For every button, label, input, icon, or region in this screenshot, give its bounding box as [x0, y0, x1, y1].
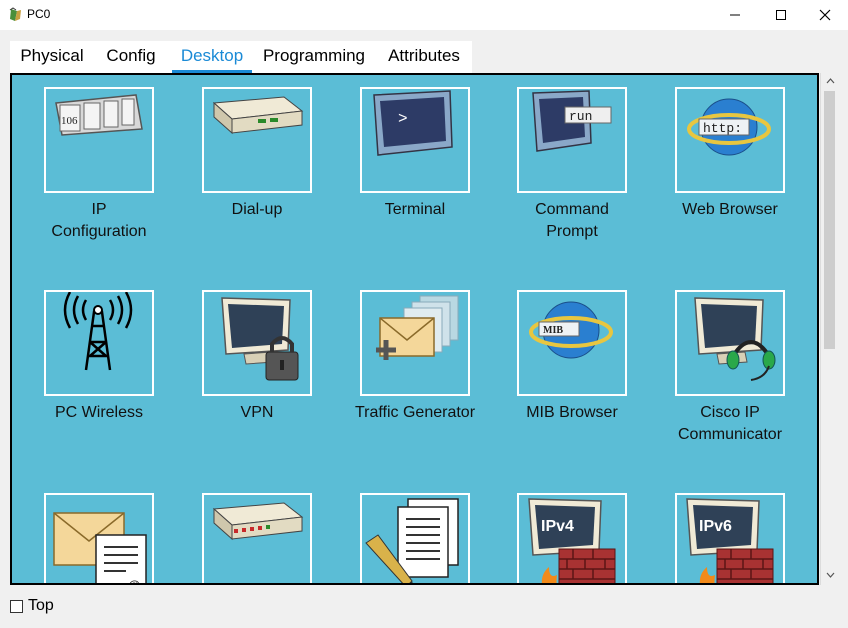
pppoe-dialer-icon [212, 502, 304, 541]
svg-text:106: 106 [61, 115, 78, 127]
app-label: Traffic Generator [354, 404, 476, 421]
app-vpn[interactable] [202, 290, 312, 396]
app-label: VPN [240, 404, 274, 421]
app-pc-wireless[interactable] [44, 290, 154, 396]
tab-attributes[interactable]: Attributes [382, 41, 466, 73]
app-label: Web Browser [682, 201, 778, 218]
tab-physical[interactable]: Physical [14, 41, 90, 73]
app-traffic-generator[interactable] [360, 290, 470, 396]
ipv6-firewall-icon: IPv6 [686, 498, 774, 583]
svg-text:@: @ [128, 578, 140, 585]
title-bar: PC0 [0, 0, 848, 30]
window-title: PC0 [27, 7, 51, 21]
top-label: Top [28, 597, 54, 614]
packet-tracer-pc-icon [9, 7, 21, 21]
app-ipv6-firewall[interactable]: IPv6 [675, 493, 785, 583]
close-icon [819, 9, 831, 21]
svg-text:MIB: MIB [543, 325, 563, 336]
minimize-icon [730, 14, 740, 16]
app-ipv4-firewall[interactable]: IPv4 [517, 493, 627, 583]
mib-browser-icon: MIB [529, 301, 613, 359]
ip-configuration-icon: 106 [55, 94, 143, 136]
chevron-down-icon [826, 572, 834, 578]
app-text-editor[interactable] [360, 493, 470, 583]
tab-config[interactable]: Config [100, 41, 162, 73]
svg-text:run: run [569, 109, 592, 124]
chevron-up-icon [826, 78, 834, 84]
app-pppoe-dialer[interactable] [202, 493, 312, 583]
checkbox-box[interactable] [10, 599, 23, 613]
app-mib-browser[interactable]: MIB [517, 290, 627, 396]
tab-programming[interactable]: Programming [260, 41, 368, 73]
app-label: Dial-up [231, 201, 283, 218]
app-email[interactable]: @ [44, 493, 154, 585]
app-command-prompt[interactable]: run [517, 87, 627, 193]
app-terminal[interactable]: > [360, 87, 470, 193]
svg-text:IPv4: IPv4 [541, 518, 574, 535]
command-prompt-icon: run [532, 90, 612, 152]
minimize-button[interactable] [712, 0, 758, 30]
app-label: PC Wireless [54, 404, 143, 421]
tab-desktop[interactable]: Desktop [172, 41, 252, 73]
ipv4-firewall-icon: IPv4 [528, 498, 616, 583]
desktop-panel: 106 IPConfiguration Dial-up > Terminal [10, 73, 819, 585]
app-ip-configuration[interactable]: 106 [44, 87, 154, 193]
vertical-scrollbar[interactable] [820, 73, 838, 585]
traffic-generator-icon [376, 295, 459, 360]
maximize-button[interactable] [758, 0, 804, 30]
scroll-down-button[interactable] [821, 567, 839, 583]
app-dial-up[interactable] [202, 87, 312, 193]
app-label: Cisco IP Communicator [677, 404, 783, 443]
scroll-up-button[interactable] [821, 73, 839, 89]
ip-communicator-headset-icon [694, 297, 776, 381]
text-editor-icon [365, 498, 459, 583]
tab-bar: Physical Config Desktop Programming Attr… [10, 41, 472, 73]
email-icon: @ [53, 512, 147, 585]
svg-text:>: > [398, 110, 408, 128]
maximize-icon [776, 10, 786, 20]
close-button[interactable] [802, 0, 848, 30]
web-browser-icon: http: [687, 98, 771, 156]
app-label: Command Prompt [535, 201, 609, 240]
app-label: IP Configuration [51, 201, 147, 240]
app-web-browser[interactable]: http: [675, 87, 785, 193]
dial-up-modem-icon [212, 96, 304, 135]
svg-text:IPv6: IPv6 [699, 518, 732, 535]
scrollbar-thumb[interactable] [824, 91, 835, 349]
app-cisco-ip-communicator[interactable] [675, 290, 785, 396]
svg-text:http:: http: [703, 121, 742, 136]
terminal-icon: > [373, 90, 453, 156]
app-label: MIB Browser [526, 404, 618, 421]
top-checkbox[interactable]: Top [10, 597, 54, 615]
wireless-antenna-icon [63, 292, 133, 371]
app-label: Terminal [384, 201, 446, 218]
vpn-lock-icon [221, 297, 299, 381]
